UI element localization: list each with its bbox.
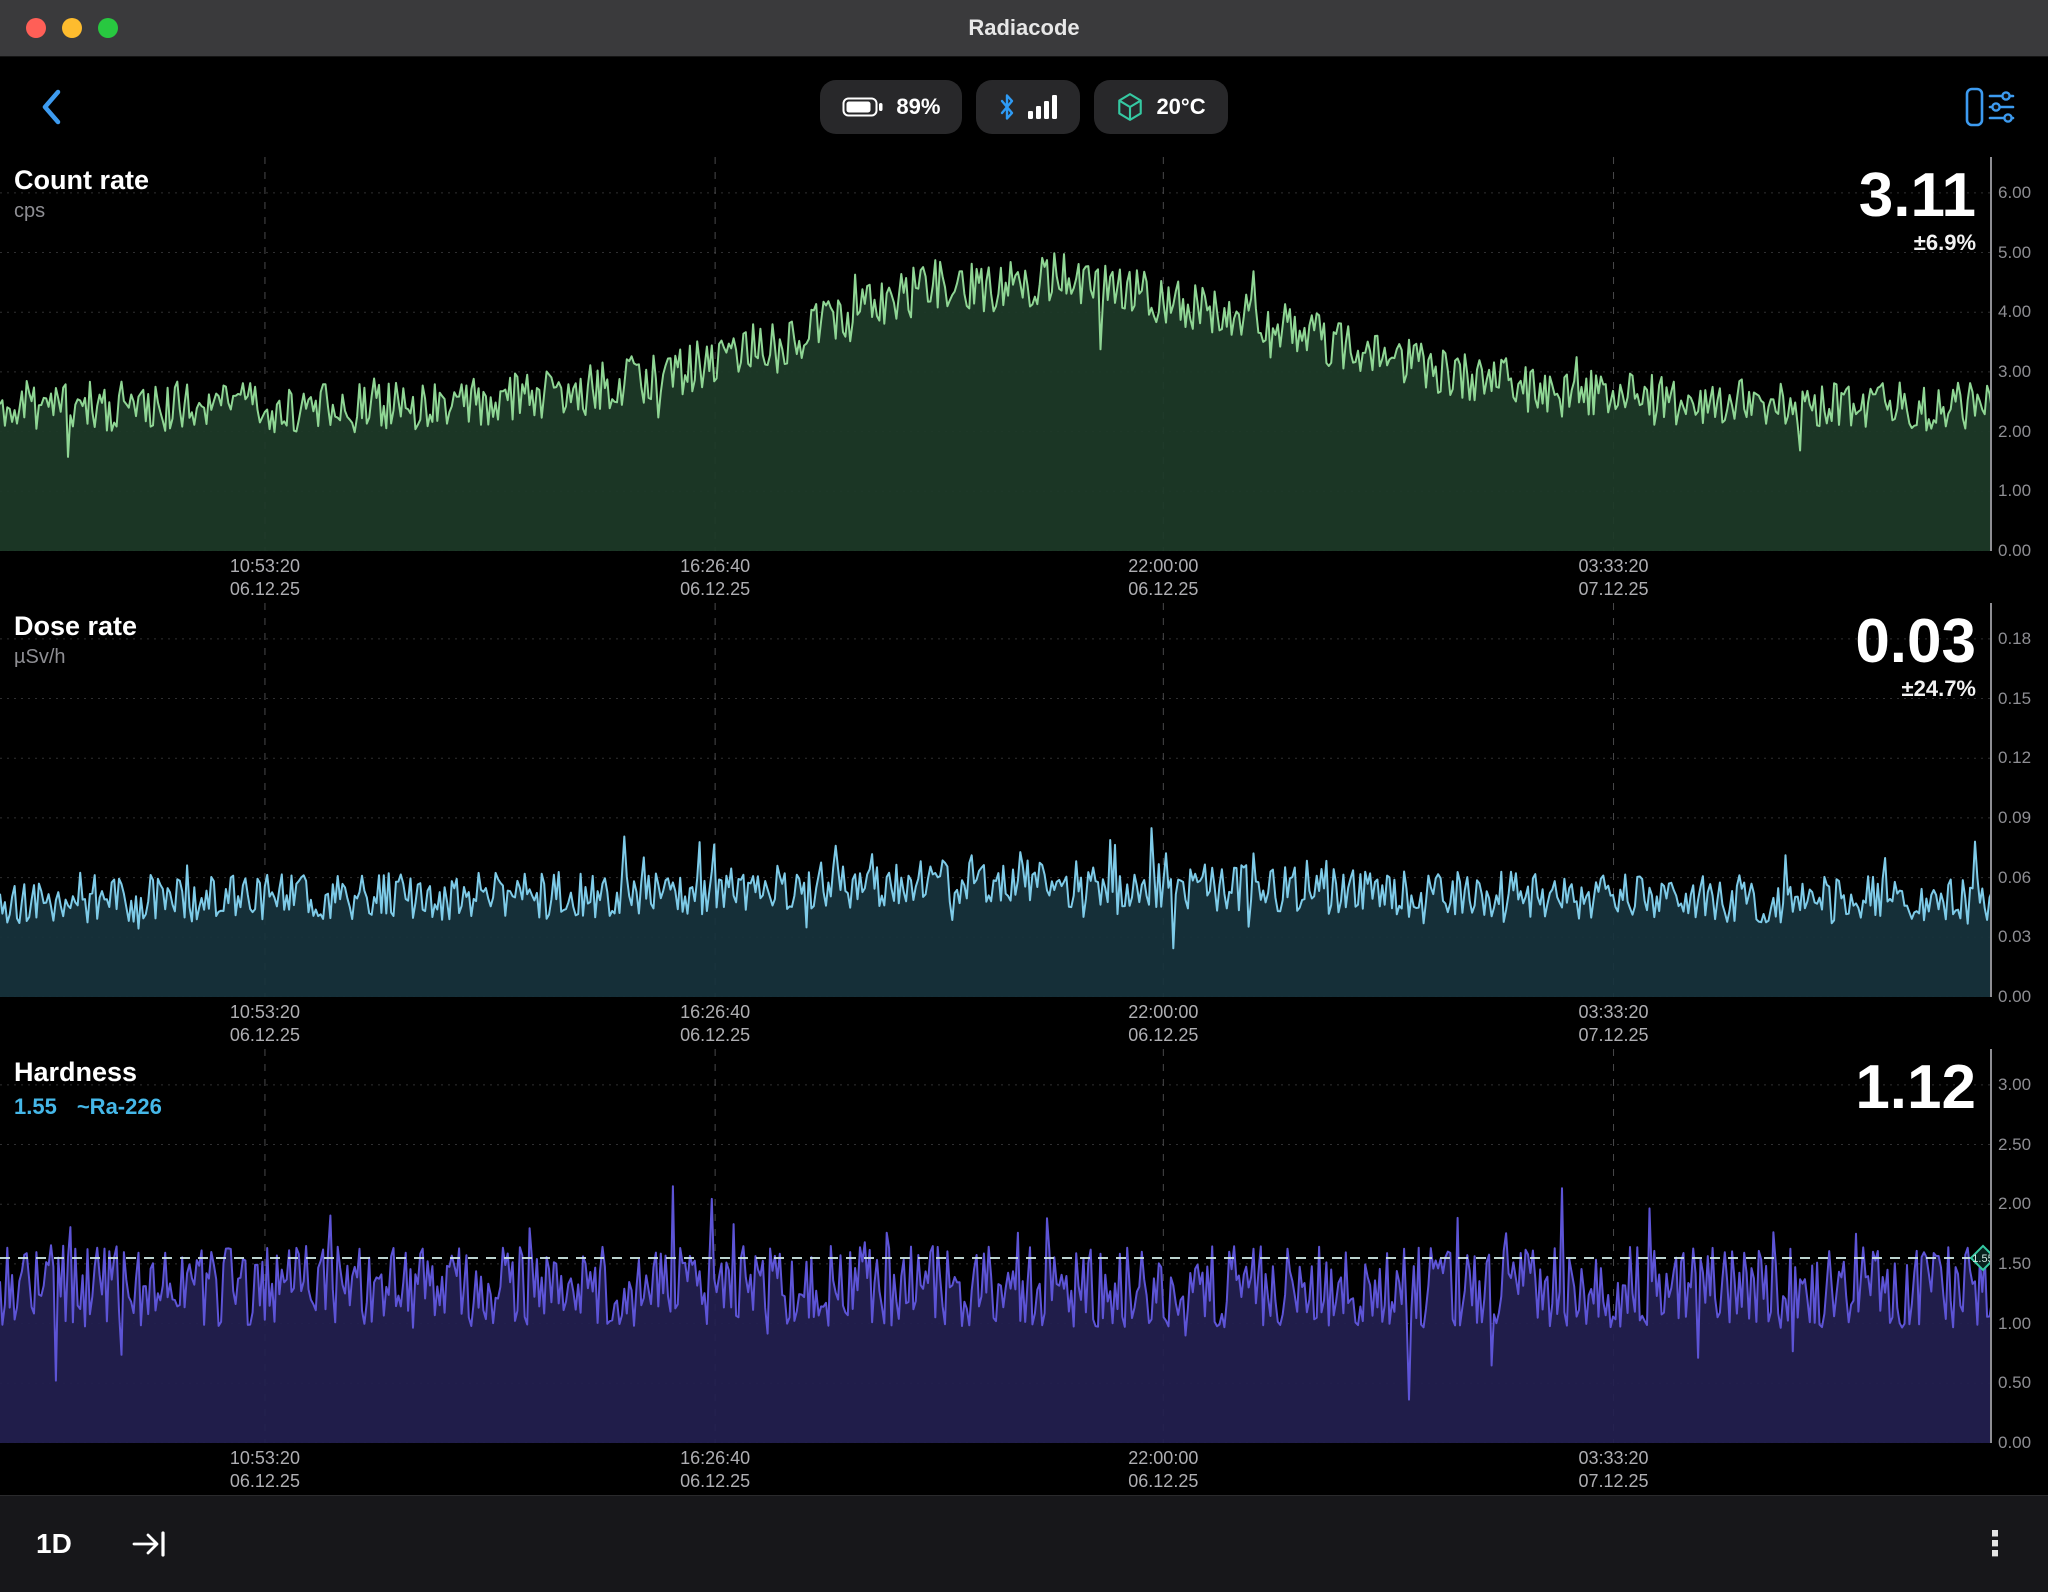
current-value: 1.12: [1855, 1055, 1976, 1120]
time-range-button[interactable]: 1D: [36, 1528, 72, 1560]
dose-rate-chart-svg: [0, 603, 1992, 997]
count-rate-chart-section: Count rate cps 3.11 ±6.9% 6.00 5.00 4.00 3.…: [0, 157, 2048, 603]
dose-rate-chart-section: Dose rate µSv/h 0.03 ±24.7% 0.18 0.15 0.12…: [0, 603, 2048, 1049]
x-tick-label: 16:26:4006.12.25: [680, 1001, 750, 1046]
toolbar: 89% 20°C: [0, 57, 2048, 157]
y-tick-label: 0.09: [1998, 808, 2031, 828]
count-rate-x-axis: 10:53:2006.12.25 16:26:4006.12.25 22:00:00…: [0, 551, 1992, 603]
dose-rate-plot[interactable]: Dose rate µSv/h 0.03 ±24.7%: [0, 603, 1992, 997]
chart-title: Count rate: [14, 165, 149, 196]
x-tick-label: 10:53:2006.12.25: [230, 1001, 300, 1046]
y-tick-label: 0.03: [1998, 927, 2031, 947]
hardness-header: Hardness 1.55 ~Ra-226: [14, 1057, 162, 1120]
y-tick-label: 2.00: [1998, 1194, 2031, 1214]
status-pills: 89% 20°C: [820, 80, 1227, 134]
y-tick-label: 1.00: [1998, 481, 2031, 501]
dose-rate-x-axis: 10:53:2006.12.25 16:26:4006.12.25 22:00:00…: [0, 997, 1992, 1049]
y-tick-label: 3.00: [1998, 1075, 2031, 1095]
x-tick-label: 03:33:2007.12.25: [1578, 555, 1648, 600]
window-title: Radiacode: [968, 15, 1079, 41]
chevron-left-icon: [40, 87, 64, 127]
hardness-plot[interactable]: Hardness 1.55 ~Ra-226 1.12 1.55: [0, 1049, 1992, 1443]
temperature-label: 20°C: [1156, 94, 1205, 120]
x-tick-label: 16:26:4006.12.25: [680, 555, 750, 600]
hardness-isotope-annotation: 1.55 ~Ra-226: [14, 1094, 162, 1120]
y-tick-label: 6.00: [1998, 183, 2031, 203]
device-settings-icon: [1964, 84, 2016, 130]
count-rate-plot[interactable]: Count rate cps 3.11 ±6.9%: [0, 157, 1992, 551]
x-tick-label: 22:00:0006.12.25: [1128, 555, 1198, 600]
minimize-window-button[interactable]: [62, 18, 82, 38]
reference-isotope-label: ~Ra-226: [77, 1094, 162, 1120]
signal-bars-icon: [1028, 94, 1058, 120]
battery-icon: [842, 95, 884, 119]
y-tick-label: 3.00: [1998, 362, 2031, 382]
dose-rate-header: Dose rate µSv/h: [14, 611, 137, 669]
x-tick-label: 22:00:0006.12.25: [1128, 1447, 1198, 1492]
jump-to-latest-button[interactable]: [130, 1528, 168, 1560]
skip-to-end-icon: [130, 1528, 168, 1560]
back-button[interactable]: [30, 82, 74, 132]
y-tick-label: 1.50: [1998, 1254, 2031, 1274]
bluetooth-signal-pill[interactable]: [976, 80, 1080, 134]
chart-title: Hardness: [14, 1057, 162, 1088]
x-tick-label: 10:53:2006.12.25: [230, 1447, 300, 1492]
y-tick-label: 2.00: [1998, 422, 2031, 442]
y-tick-label: 1.00: [1998, 1314, 2031, 1334]
temperature-pill[interactable]: 20°C: [1094, 80, 1227, 134]
bluetooth-icon: [998, 93, 1016, 121]
y-tick-label: 0.00: [1998, 541, 2031, 561]
hardness-readout: 1.12: [1855, 1055, 1976, 1120]
reference-hardness-value: 1.55: [14, 1094, 57, 1120]
current-value: 0.03: [1855, 609, 1976, 674]
y-tick-label: 2.50: [1998, 1135, 2031, 1155]
value-uncertainty: ±6.9%: [1859, 230, 1976, 256]
window-titlebar: Radiacode: [0, 0, 2048, 57]
device-settings-button[interactable]: [1962, 81, 2018, 133]
count-rate-y-axis: 6.005.004.003.002.001.000.00: [1992, 157, 2048, 551]
chart-units: cps: [14, 200, 149, 223]
count-rate-chart-svg: [0, 157, 1992, 551]
dose-rate-y-axis: 0.180.150.120.090.060.030.00: [1992, 603, 2048, 997]
more-options-button[interactable]: ⋮: [1978, 1527, 2012, 1561]
battery-percent-label: 89%: [896, 94, 940, 120]
chart-title: Dose rate: [14, 611, 137, 642]
count-rate-readout: 3.11 ±6.9%: [1859, 163, 1976, 256]
y-tick-label: 0.00: [1998, 1433, 2031, 1453]
svg-text:1.55: 1.55: [1972, 1253, 1992, 1265]
charts-container: Count rate cps 3.11 ±6.9% 6.00 5.00 4.00 3.…: [0, 157, 2048, 1495]
x-tick-label: 03:33:2007.12.25: [1578, 1447, 1648, 1492]
dose-rate-readout: 0.03 ±24.7%: [1855, 609, 1976, 702]
y-tick-label: 4.00: [1998, 302, 2031, 322]
y-tick-label: 0.00: [1998, 987, 2031, 1007]
x-tick-label: 16:26:4006.12.25: [680, 1447, 750, 1492]
count-rate-header: Count rate cps: [14, 165, 149, 223]
cube-icon: [1116, 92, 1144, 122]
x-tick-label: 03:33:2007.12.25: [1578, 1001, 1648, 1046]
hardness-chart-section: Hardness 1.55 ~Ra-226 1.12 1.55 3.00 2.50…: [0, 1049, 2048, 1495]
y-tick-label: 0.18: [1998, 629, 2031, 649]
chart-units: µSv/h: [14, 646, 137, 669]
bottom-toolbar: 1D ⋮: [0, 1495, 2048, 1592]
y-tick-label: 0.50: [1998, 1373, 2031, 1393]
zoom-window-button[interactable]: [98, 18, 118, 38]
y-tick-label: 0.15: [1998, 689, 2031, 709]
value-uncertainty: ±24.7%: [1855, 676, 1976, 702]
hardness-y-axis: 3.002.502.001.501.000.500.00: [1992, 1049, 2048, 1443]
close-window-button[interactable]: [26, 18, 46, 38]
x-tick-label: 22:00:0006.12.25: [1128, 1001, 1198, 1046]
battery-status-pill[interactable]: 89%: [820, 80, 962, 134]
hardness-x-axis: 10:53:2006.12.25 16:26:4006.12.25 22:00:00…: [0, 1443, 1992, 1495]
y-tick-label: 0.12: [1998, 748, 2031, 768]
y-tick-label: 0.06: [1998, 868, 2031, 888]
x-tick-label: 10:53:2006.12.25: [230, 555, 300, 600]
y-tick-label: 5.00: [1998, 243, 2031, 263]
window-controls: [26, 0, 118, 56]
current-value: 3.11: [1859, 163, 1976, 228]
hardness-chart-svg: 1.55: [0, 1049, 1992, 1443]
